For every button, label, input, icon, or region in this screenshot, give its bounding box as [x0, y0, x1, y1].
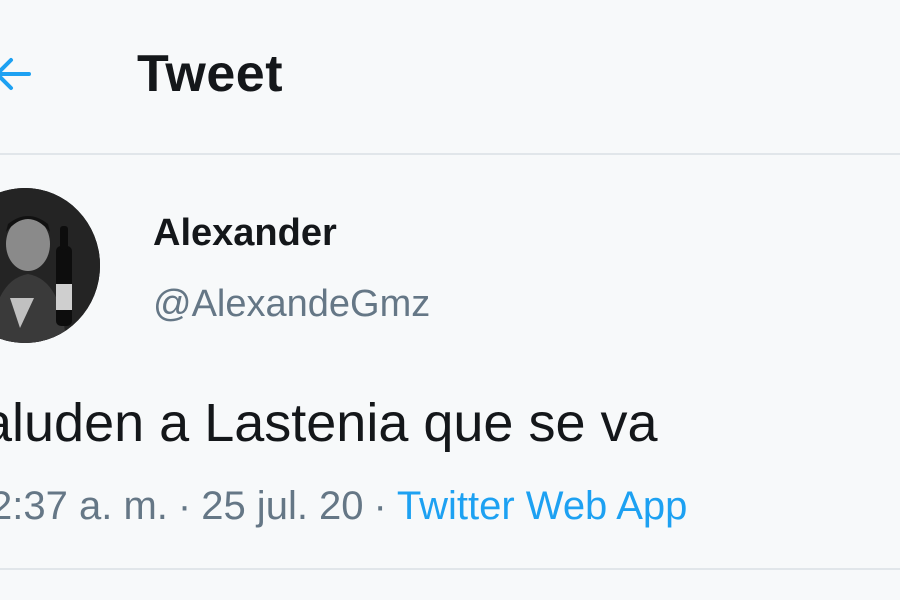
back-button[interactable] — [0, 48, 38, 100]
tweet-source-link[interactable]: Twitter Web App — [397, 484, 688, 528]
tweet-date[interactable]: 25 jul. 20 — [201, 484, 363, 528]
arrow-left-icon — [0, 58, 31, 90]
author-handle[interactable]: @AlexandeGmz — [153, 283, 430, 326]
avatar-photo — [0, 188, 100, 343]
header-divider — [0, 153, 900, 155]
avatar[interactable] — [0, 188, 100, 343]
tweet-time[interactable]: 2:37 a. m. — [0, 484, 168, 528]
meta-separator: · — [177, 484, 192, 528]
meta-separator: · — [373, 484, 387, 528]
app-header: Tweet — [0, 0, 900, 154]
tweet-meta: 2:37 a. m. · 25 jul. 20 · Twitter Web App — [0, 484, 687, 529]
author-display-name[interactable]: Alexander — [153, 212, 337, 255]
page-title: Tweet — [137, 45, 284, 103]
meta-divider — [0, 568, 900, 570]
tweet-text: aluden a Lastenia que se va — [0, 393, 658, 453]
tweet-screen: Tweet Alexander @AlexandeGmz aluden a La… — [0, 0, 900, 600]
